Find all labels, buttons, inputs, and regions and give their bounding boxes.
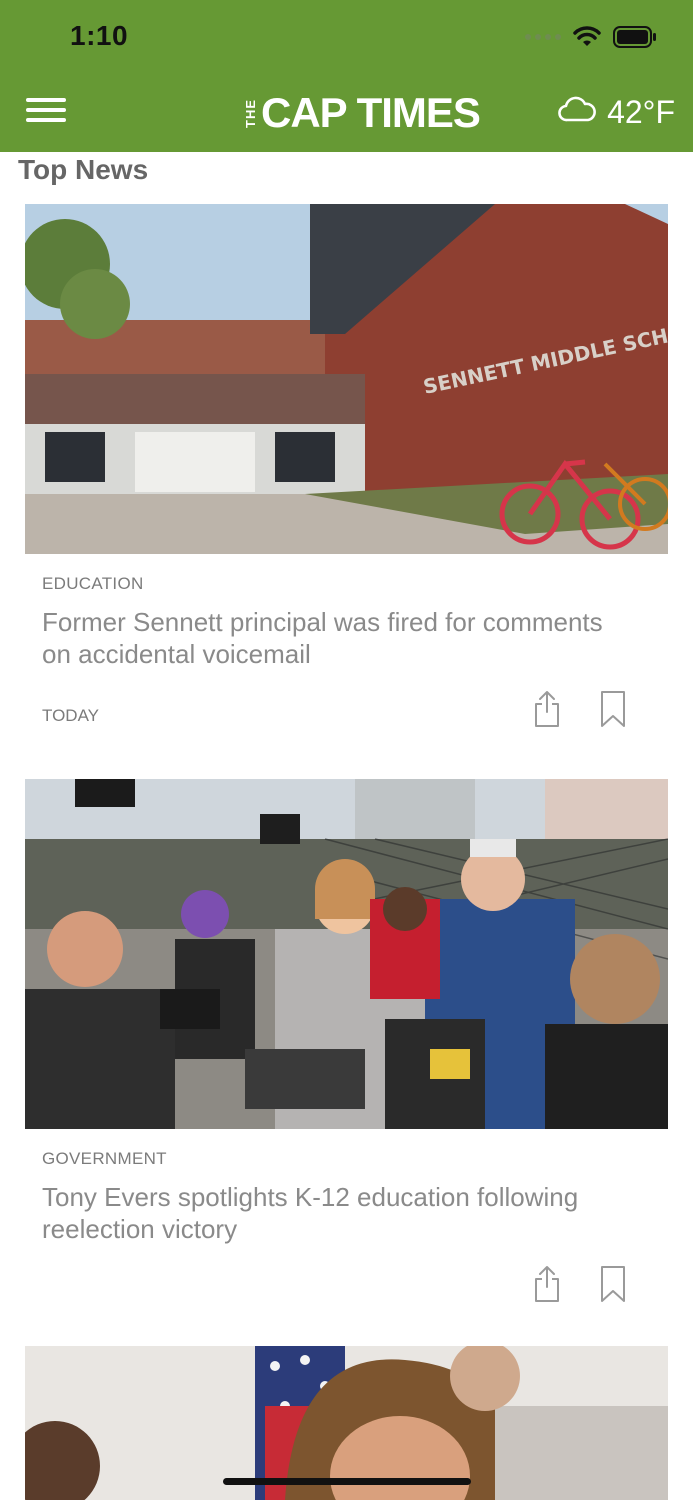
article-headline[interactable]: Former Sennett principal was fired for c…	[42, 606, 632, 670]
article-image-evers[interactable]	[25, 779, 668, 1129]
article-date: TODAY	[42, 706, 99, 725]
cap-times-logo: THE CAP TIMES	[243, 89, 481, 136]
wifi-icon	[573, 26, 601, 48]
article-meta: TODAY	[25, 678, 668, 738]
article-category[interactable]: GOVERNMENT	[42, 1149, 668, 1169]
article-meta	[25, 1253, 668, 1313]
article-headline[interactable]: Tony Evers spotlights K-12 education fol…	[42, 1181, 632, 1245]
cellular-signal-icon	[525, 34, 561, 40]
logo-title: CAP TIMES	[261, 89, 481, 136]
article-card[interactable]	[25, 1346, 668, 1500]
home-indicator[interactable]	[223, 1478, 471, 1485]
article-image-third[interactable]	[25, 1346, 668, 1500]
bookmark-icon[interactable]	[599, 1265, 627, 1308]
battery-icon	[613, 26, 657, 48]
article-category[interactable]: EDUCATION	[42, 574, 668, 594]
weather-widget[interactable]: 42°F	[557, 94, 675, 129]
menu-icon[interactable]	[26, 92, 66, 126]
article-image-school[interactable]: SENNETT MIDDLE SCHOOL	[25, 204, 668, 554]
status-icons	[525, 26, 657, 48]
logo-the: THE	[243, 98, 258, 128]
share-icon[interactable]	[533, 1265, 561, 1308]
share-icon[interactable]	[533, 690, 561, 733]
temperature: 42°F	[607, 93, 675, 130]
bookmark-icon[interactable]	[599, 690, 627, 733]
cloud-icon	[557, 94, 597, 129]
status-time: 1:10	[70, 20, 129, 51]
section-title: Top News	[18, 154, 149, 185]
article-card[interactable]: SENNETT MIDDLE SCHOOL EDUCATION Former S…	[25, 204, 668, 738]
app-header: 1:10 THE CAP TIMES 42°F	[0, 0, 693, 152]
article-card[interactable]: GOVERNMENT Tony Evers spotlights K-12 ed…	[25, 779, 668, 1313]
